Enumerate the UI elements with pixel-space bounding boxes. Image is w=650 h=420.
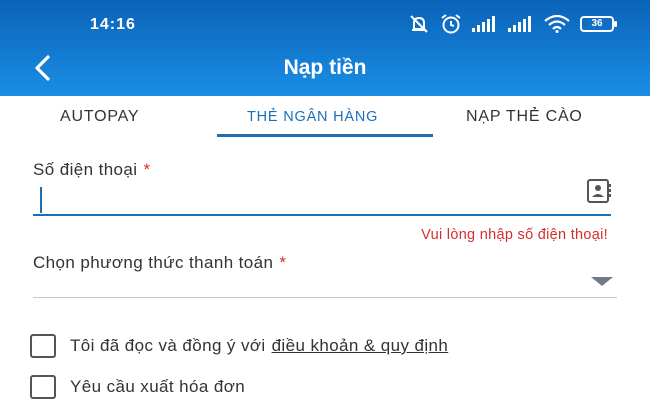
- app-bar: 14:16 36 Nạp tiền: [0, 0, 650, 96]
- tab-bank-card[interactable]: THẺ NGÂN HÀNG: [247, 109, 378, 125]
- signal-icon: [472, 16, 495, 32]
- payment-method-select[interactable]: [33, 270, 617, 298]
- signal-icon: [508, 16, 531, 32]
- terms-row: Tôi đã đọc và đồng ý với điều khoản & quy…: [30, 334, 448, 358]
- required-mark: *: [143, 160, 151, 179]
- tab-scratch-card[interactable]: NẠP THẺ CÀO: [466, 108, 583, 126]
- terms-text: Tôi đã đọc và đồng ý với điều khoản & quy…: [70, 336, 448, 356]
- invoice-text: Yêu cầu xuất hóa đơn: [70, 377, 246, 396]
- mute-icon: [410, 15, 428, 33]
- tab-bar: AUTOPAY THẺ NGÂN HÀNG NẠP THẺ CÀO: [0, 96, 650, 138]
- phone-label-text: Số điện thoại: [33, 160, 138, 179]
- terms-link[interactable]: điều khoản & quy định: [272, 336, 449, 355]
- caret-down-icon[interactable]: [591, 277, 613, 286]
- status-time: 14:16: [90, 16, 136, 33]
- page-title: Nạp tiền: [283, 56, 367, 79]
- invoice-row: Yêu cầu xuất hóa đơn: [30, 375, 245, 399]
- terms-checkbox[interactable]: [30, 334, 56, 358]
- text-cursor: [40, 187, 42, 213]
- active-tab-indicator: [217, 134, 433, 137]
- terms-text-label: Tôi đã đọc và đồng ý với: [70, 336, 266, 355]
- alarm-icon: [441, 14, 461, 34]
- invoice-checkbox[interactable]: [30, 375, 56, 399]
- wifi-icon: [544, 15, 570, 33]
- status-bar: 14:16 36: [0, 0, 650, 44]
- phone-input[interactable]: [33, 184, 611, 216]
- battery-icon: 36: [580, 16, 617, 32]
- status-icons: 36: [408, 13, 617, 35]
- phone-error-message: Vui lòng nhập số điện thoại!: [421, 227, 608, 243]
- tab-autopay[interactable]: AUTOPAY: [60, 108, 139, 126]
- phone-label: Số điện thoại *: [33, 160, 150, 180]
